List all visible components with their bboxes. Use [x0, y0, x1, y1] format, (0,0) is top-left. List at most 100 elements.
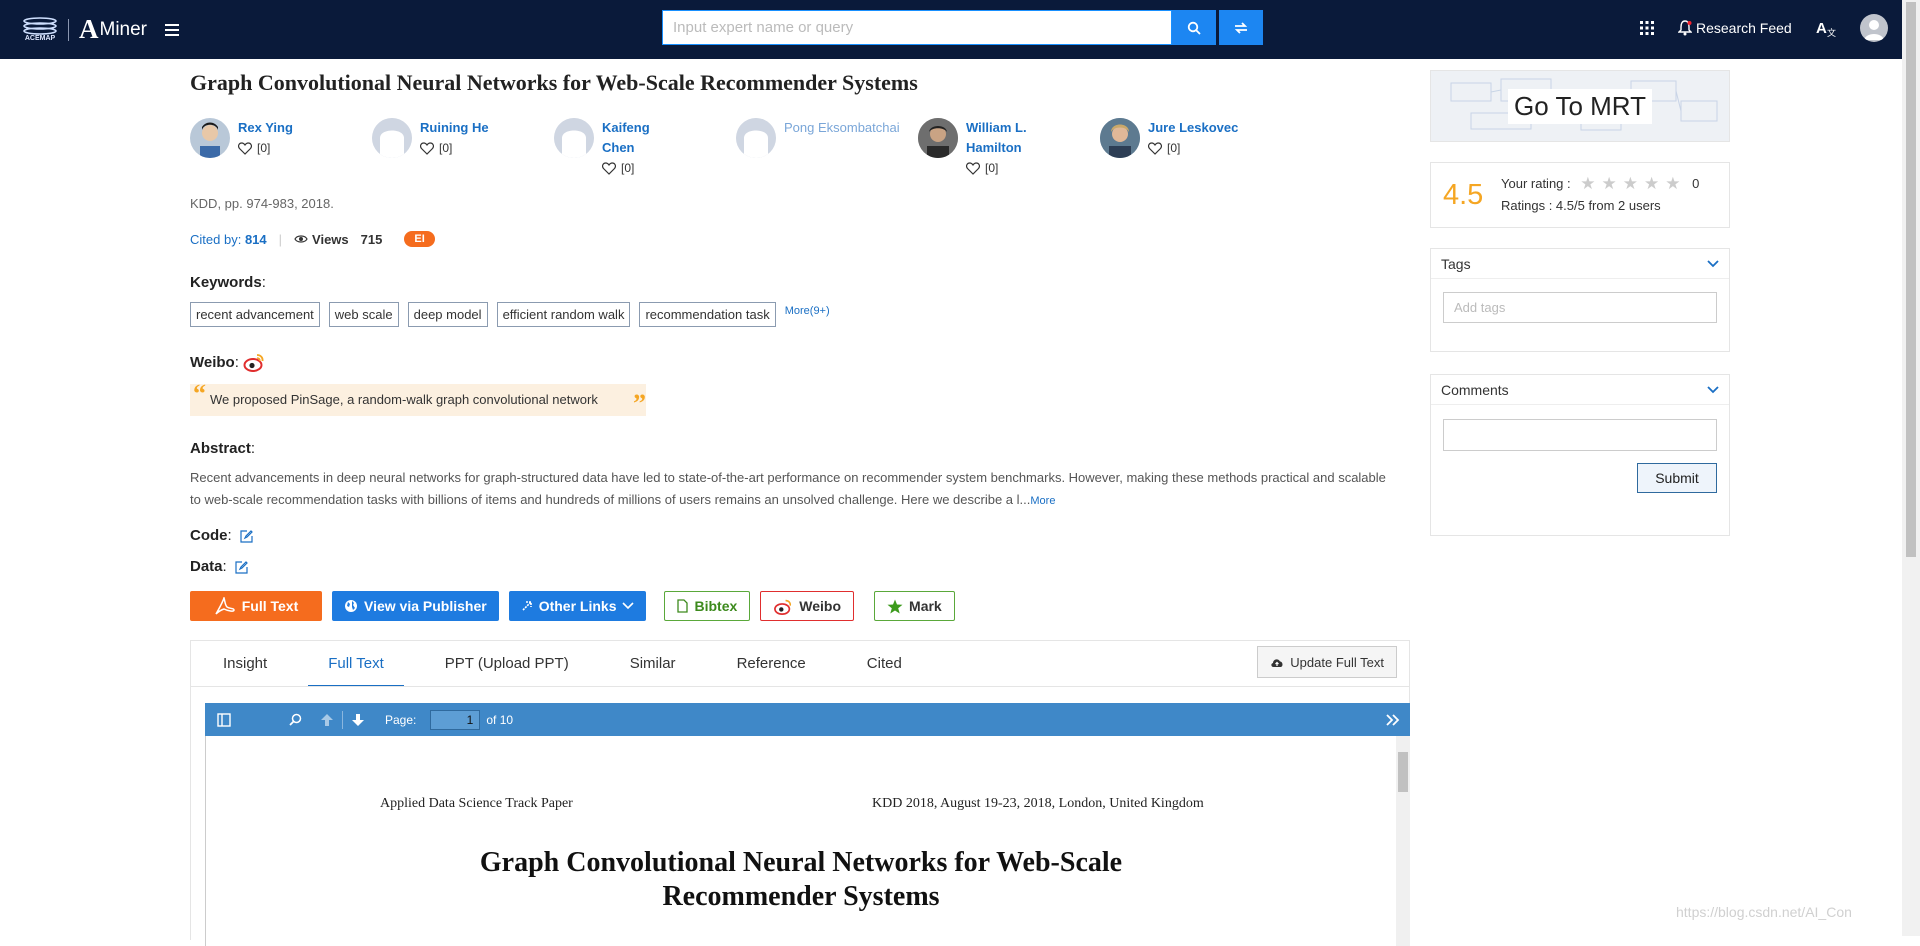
views-count: 715: [360, 231, 383, 247]
author-name[interactable]: Pong Eksombatchai: [784, 118, 904, 138]
your-rating-count: 0: [1692, 175, 1700, 191]
chevron-down-icon[interactable]: [1707, 259, 1719, 268]
author-like-count: [0]: [257, 141, 271, 155]
author-like[interactable]: [0]: [966, 158, 1036, 178]
tab-similar[interactable]: Similar: [610, 641, 696, 687]
views-stat: Views 715: [294, 232, 382, 247]
tab-ppt[interactable]: PPT (Upload PPT): [425, 641, 589, 687]
arrow-up-icon[interactable]: [320, 713, 334, 727]
author-card[interactable]: Kaifeng Chen [0]: [554, 118, 736, 178]
data-heading-text: Data: [190, 558, 223, 575]
swap-icon: [1234, 21, 1248, 34]
author-like[interactable]: [0]: [602, 158, 672, 178]
edit-icon[interactable]: [235, 560, 248, 574]
edit-icon[interactable]: [240, 529, 253, 543]
author-like[interactable]: [0]: [238, 138, 308, 158]
logo-divider: [68, 18, 69, 41]
switch-search-button[interactable]: [1219, 10, 1263, 45]
pdf-viewer[interactable]: Applied Data Science Track Paper KDD 201…: [205, 736, 1410, 946]
tab-insight[interactable]: Insight: [203, 641, 287, 687]
author-card[interactable]: Ruining He [0]: [372, 118, 554, 178]
weibo-share-button[interactable]: Weibo: [760, 591, 855, 621]
author-name[interactable]: William L. Hamilton: [966, 118, 1036, 158]
weibo-heading: Weibo:: [190, 352, 265, 372]
research-feed-link[interactable]: Research Feed: [1678, 20, 1792, 36]
acemap-logo[interactable]: ACEMAP: [22, 16, 58, 44]
double-chevron-right-icon[interactable]: [1386, 713, 1400, 726]
heart-icon: [1148, 141, 1162, 155]
comment-input[interactable]: [1443, 419, 1717, 451]
author-card[interactable]: Rex Ying [0]: [190, 118, 372, 178]
add-tags-input[interactable]: Add tags: [1443, 292, 1717, 323]
page-scrollbar-thumb[interactable]: [1906, 2, 1916, 557]
pdf-search-icon[interactable]: [289, 713, 302, 726]
watermark: https://blog.csdn.net/AI_Con: [1676, 904, 1852, 920]
author-like[interactable]: [0]: [420, 138, 490, 158]
author-name[interactable]: Rex Ying: [238, 118, 308, 138]
star-icon[interactable]: ★: [1580, 173, 1595, 195]
tab-reference[interactable]: Reference: [717, 641, 826, 687]
author-card[interactable]: William L. Hamilton [0]: [918, 118, 1100, 178]
keyword-tag[interactable]: deep model: [407, 302, 488, 327]
venue-info: KDD, pp. 974-983, 2018.: [190, 196, 334, 211]
tab-cited[interactable]: Cited: [847, 641, 922, 687]
author-avatar-placeholder: [372, 118, 412, 158]
tags-header[interactable]: Tags: [1431, 249, 1729, 279]
author-like-count: [0]: [439, 141, 453, 155]
pdf-scrollbar[interactable]: [1396, 736, 1410, 946]
star-icon[interactable]: ★: [1665, 173, 1680, 195]
hamburger-menu-icon[interactable]: [165, 23, 180, 36]
keyword-tag[interactable]: web scale: [328, 302, 399, 327]
abstract-more-link[interactable]: More: [1030, 495, 1055, 507]
action-buttons: Full Text View via Publisher Other Links…: [190, 591, 955, 621]
star-icon: [887, 599, 903, 613]
mark-button[interactable]: Mark: [874, 591, 955, 621]
star-icon[interactable]: ★: [1623, 173, 1638, 195]
rating-stars[interactable]: ★ ★ ★ ★ ★: [1580, 173, 1680, 195]
author-name[interactable]: Ruining He: [420, 118, 490, 138]
aminer-logo[interactable]: A Miner: [79, 14, 147, 45]
chevron-down-icon[interactable]: [1707, 385, 1719, 394]
bibtex-button[interactable]: Bibtex: [664, 591, 751, 621]
user-icon: [1863, 20, 1884, 40]
go-to-mrt-banner[interactable]: Go To MRT: [1430, 70, 1730, 142]
sidebar-toggle-icon[interactable]: [217, 712, 231, 727]
page-scrollbar[interactable]: [1902, 0, 1920, 936]
user-avatar[interactable]: [1859, 14, 1888, 42]
view-via-publisher-button[interactable]: View via Publisher: [332, 591, 499, 621]
pdf-scrollbar-thumb[interactable]: [1398, 752, 1408, 792]
apps-grid-icon[interactable]: [1640, 21, 1654, 35]
star-icon[interactable]: ★: [1644, 173, 1659, 195]
page-number-input[interactable]: 1: [430, 709, 481, 730]
author-like[interactable]: [0]: [1148, 138, 1248, 158]
translate-icon[interactable]: A文: [1816, 19, 1836, 37]
cited-by-link[interactable]: Cited by: 814: [190, 232, 267, 247]
keyword-tag[interactable]: recent advancement: [190, 302, 320, 327]
keyword-tag[interactable]: efficient random walk: [496, 302, 631, 327]
view-via-publisher-label: View via Publisher: [364, 598, 487, 614]
eye-icon: [294, 235, 308, 243]
pdf-toolbar: Page: 1 of 10: [205, 703, 1410, 736]
keywords-more-link[interactable]: More(9+): [785, 305, 830, 317]
tab-bar: Insight Full Text PPT (Upload PPT) Simil…: [203, 641, 943, 687]
full-text-button[interactable]: Full Text: [190, 591, 322, 621]
search-input[interactable]: Input expert name or query: [662, 10, 1172, 45]
keyword-tag[interactable]: recommendation task: [639, 302, 776, 327]
search-button[interactable]: [1172, 10, 1216, 45]
tab-full-text[interactable]: Full Text: [308, 641, 404, 687]
author-name[interactable]: Jure Leskovec: [1148, 118, 1248, 138]
cloud-upload-icon: [1271, 658, 1283, 667]
svg-text:文: 文: [1827, 27, 1836, 37]
top-navbar: ACEMAP A Miner Input expert name or quer…: [0, 0, 1902, 59]
research-feed-label: Research Feed: [1696, 20, 1792, 36]
author-card[interactable]: Jure Leskovec [0]: [1100, 118, 1282, 178]
star-icon[interactable]: ★: [1602, 173, 1617, 195]
comments-header[interactable]: Comments: [1431, 375, 1729, 405]
author-card[interactable]: Pong Eksombatchai: [736, 118, 918, 178]
other-links-button[interactable]: Other Links: [508, 591, 647, 621]
submit-comment-button[interactable]: Submit: [1637, 463, 1717, 493]
arrow-down-icon[interactable]: [351, 713, 365, 727]
author-name[interactable]: Kaifeng Chen: [602, 118, 672, 158]
author-like-count: [0]: [621, 161, 635, 175]
update-full-text-button[interactable]: Update Full Text: [1257, 646, 1397, 678]
